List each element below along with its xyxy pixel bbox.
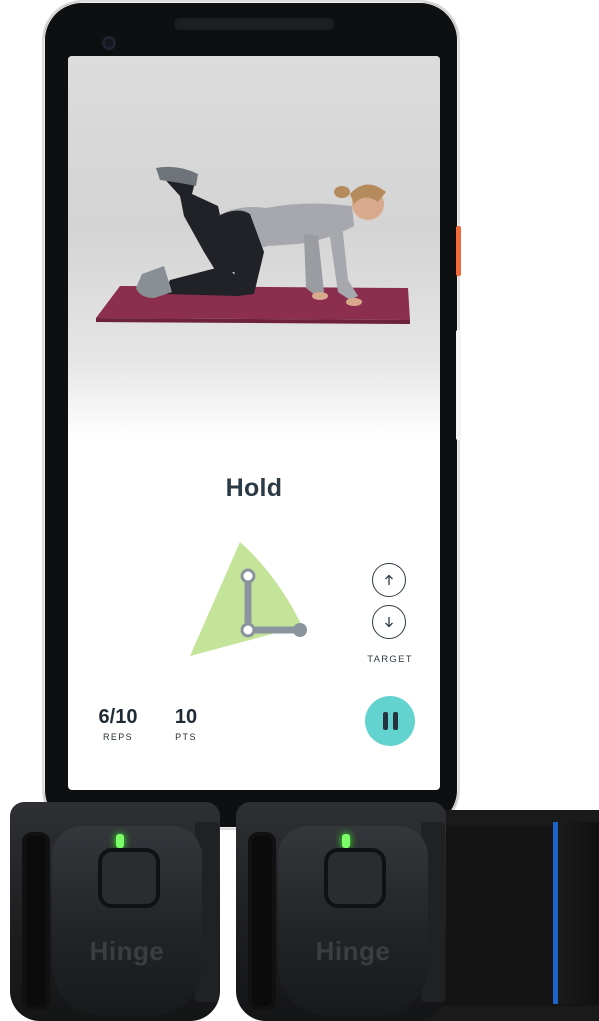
pause-icon-bar	[392, 712, 398, 730]
sensor-brand-label: Hinge	[315, 936, 391, 966]
sensor-right: Hinge	[236, 802, 446, 1021]
sensor-brand-label: Hinge	[89, 936, 165, 966]
exercise-illustration	[96, 166, 410, 324]
front-camera	[102, 36, 116, 50]
phone-volume-button	[456, 330, 461, 440]
joint-marker-hinge	[240, 622, 256, 638]
strap-slot	[22, 832, 50, 1010]
arrow-down-icon	[385, 617, 393, 628]
sensor-button	[324, 848, 386, 908]
target-increase-button[interactable]	[372, 563, 406, 597]
phone-power-button	[456, 226, 461, 276]
reps-value: 6/10	[98, 706, 138, 728]
points-value: 10	[174, 706, 198, 728]
target-label: TARGET	[367, 654, 413, 665]
arrow-up-icon	[385, 574, 393, 585]
points-counter: 10 PTS	[164, 706, 208, 742]
target-decrease-button[interactable]	[372, 605, 406, 639]
strap-slot	[248, 832, 276, 1010]
status-led	[116, 834, 124, 848]
sensor-left: Hinge	[10, 802, 220, 1021]
exercise-demo-image	[68, 56, 440, 438]
reps-unit-label: REPS	[102, 732, 134, 742]
points-unit-label: PTS	[175, 732, 197, 742]
sensor-pod: Hinge	[52, 826, 202, 1016]
reps-counter: 6/10 REPS	[88, 706, 148, 742]
status-led	[342, 834, 350, 848]
strap-end	[553, 822, 599, 1004]
pause-icon	[382, 712, 388, 730]
pause-button[interactable]	[365, 696, 415, 746]
phone-speaker	[174, 18, 334, 30]
joint-marker-end	[293, 623, 307, 637]
exercise-status-title: Hold	[225, 474, 283, 502]
sensor-button	[98, 848, 160, 908]
app-screen: Hold TARGET 6/10 REPS 10 PTS	[68, 56, 440, 790]
joint-marker-top	[240, 568, 256, 584]
sensor-pod: Hinge	[278, 826, 428, 1016]
joint-angle-gauge	[190, 542, 307, 656]
